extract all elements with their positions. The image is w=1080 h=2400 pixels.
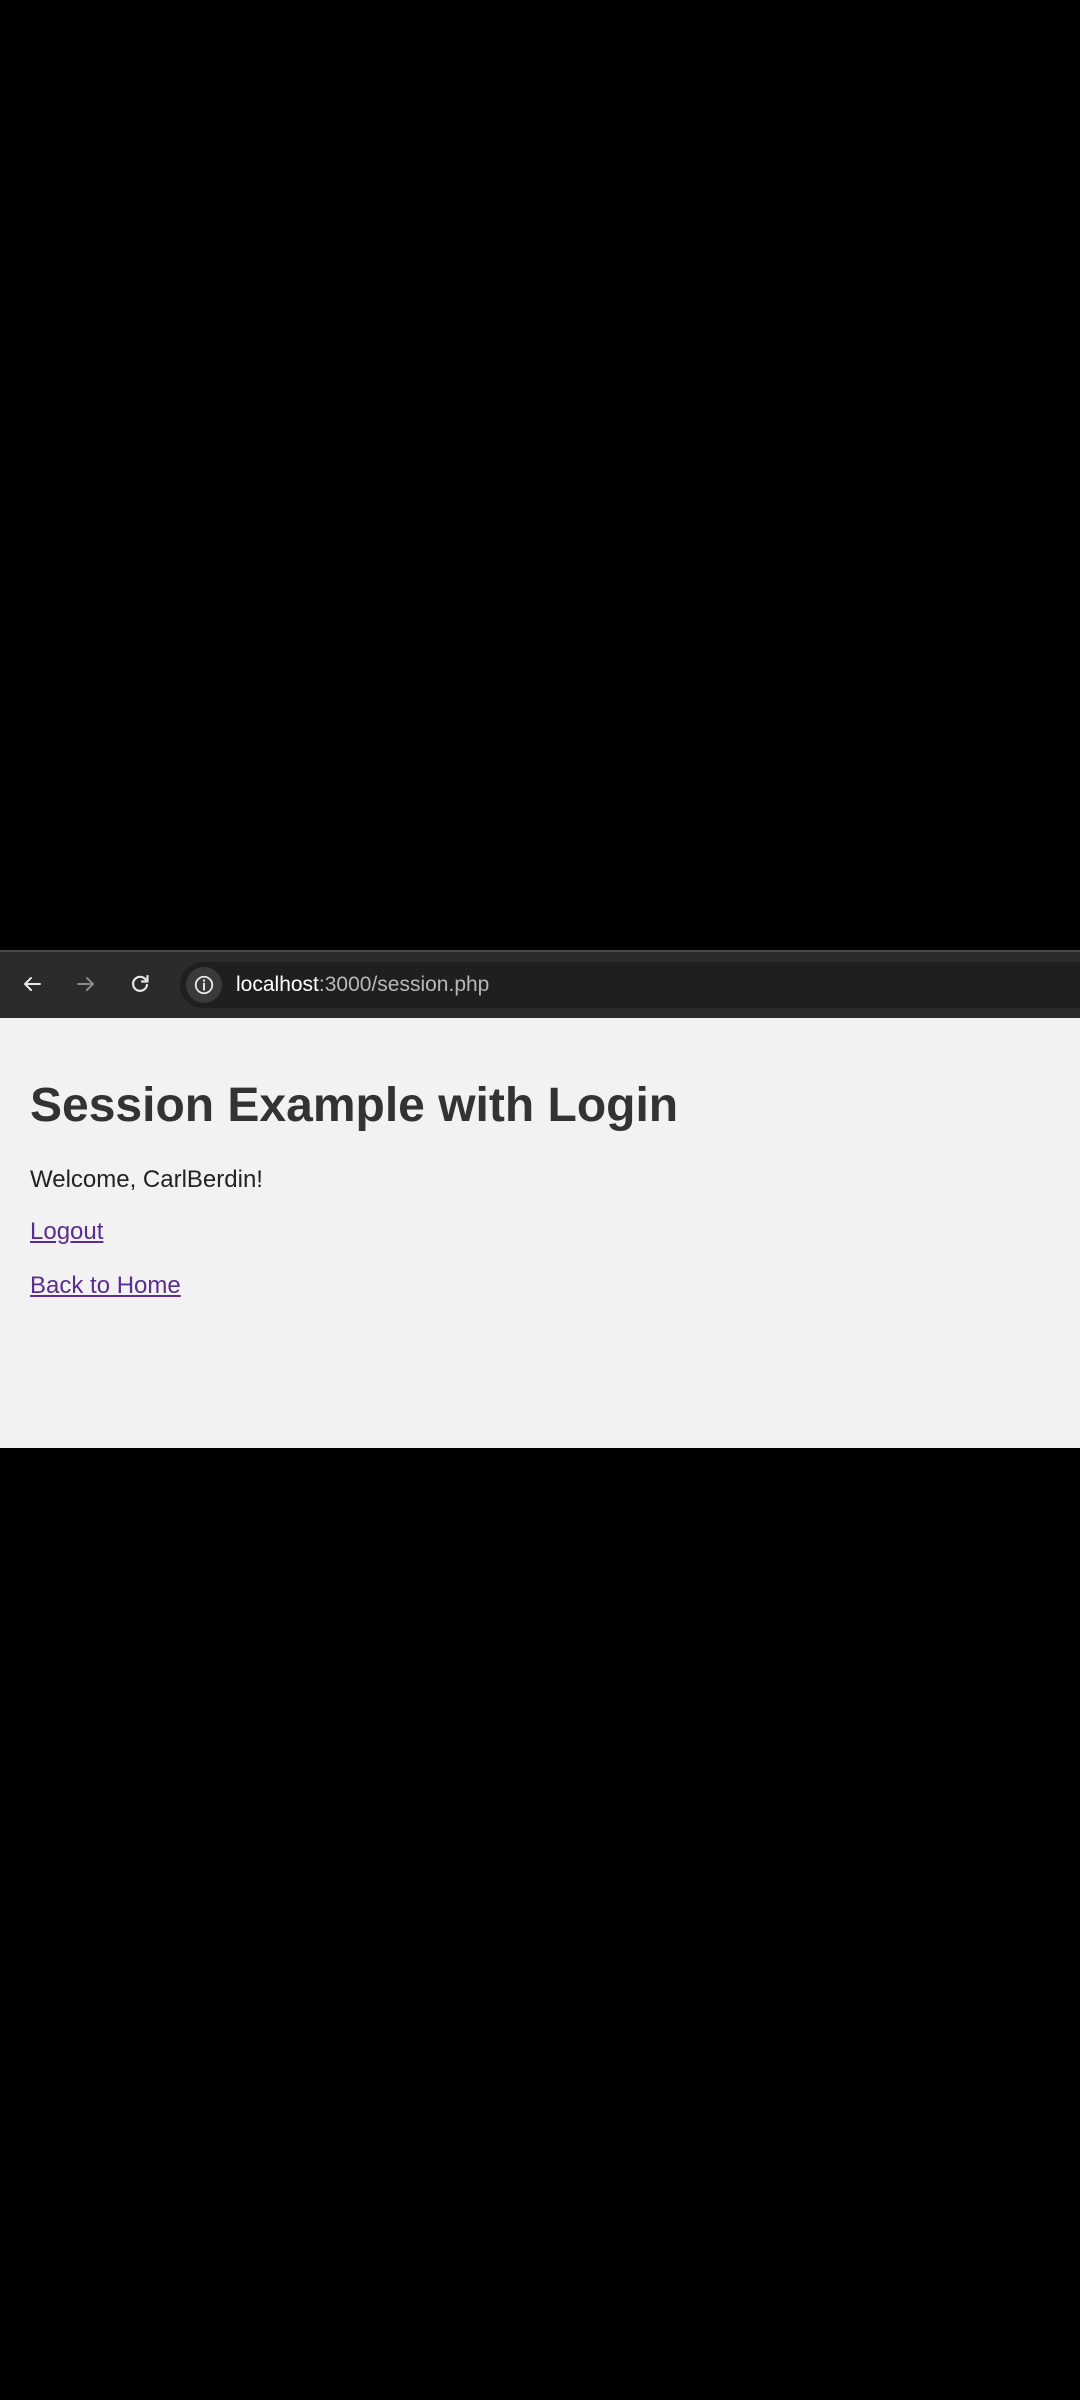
logout-link[interactable]: Logout	[30, 1218, 103, 1246]
back-to-home-link[interactable]: Back to Home	[30, 1272, 181, 1300]
forward-button[interactable]	[68, 966, 104, 1002]
reload-button[interactable]	[122, 966, 158, 1002]
browser-toolbar: localhost:3000/session.php	[0, 950, 1080, 1018]
site-info-button[interactable]	[186, 967, 222, 1003]
reload-icon	[132, 974, 149, 992]
back-button[interactable]	[14, 966, 50, 1002]
url-path: :3000/session.php	[318, 973, 490, 996]
url-text[interactable]: localhost:3000/session.php	[236, 962, 489, 1008]
address-bar[interactable]: localhost:3000/session.php	[180, 962, 1080, 1008]
url-host: localhost	[236, 973, 319, 996]
welcome-message: Welcome, CarlBerdin!	[30, 1166, 263, 1193]
info-icon	[194, 975, 214, 995]
page-content: Session Example with Login Welcome, Carl…	[0, 1018, 1080, 1448]
browser-window: localhost:3000/session.php Session Examp…	[0, 950, 1080, 1448]
page-title: Session Example with Login	[30, 1079, 679, 1132]
arrow-right-icon	[77, 977, 94, 991]
arrow-left-icon	[24, 977, 41, 991]
